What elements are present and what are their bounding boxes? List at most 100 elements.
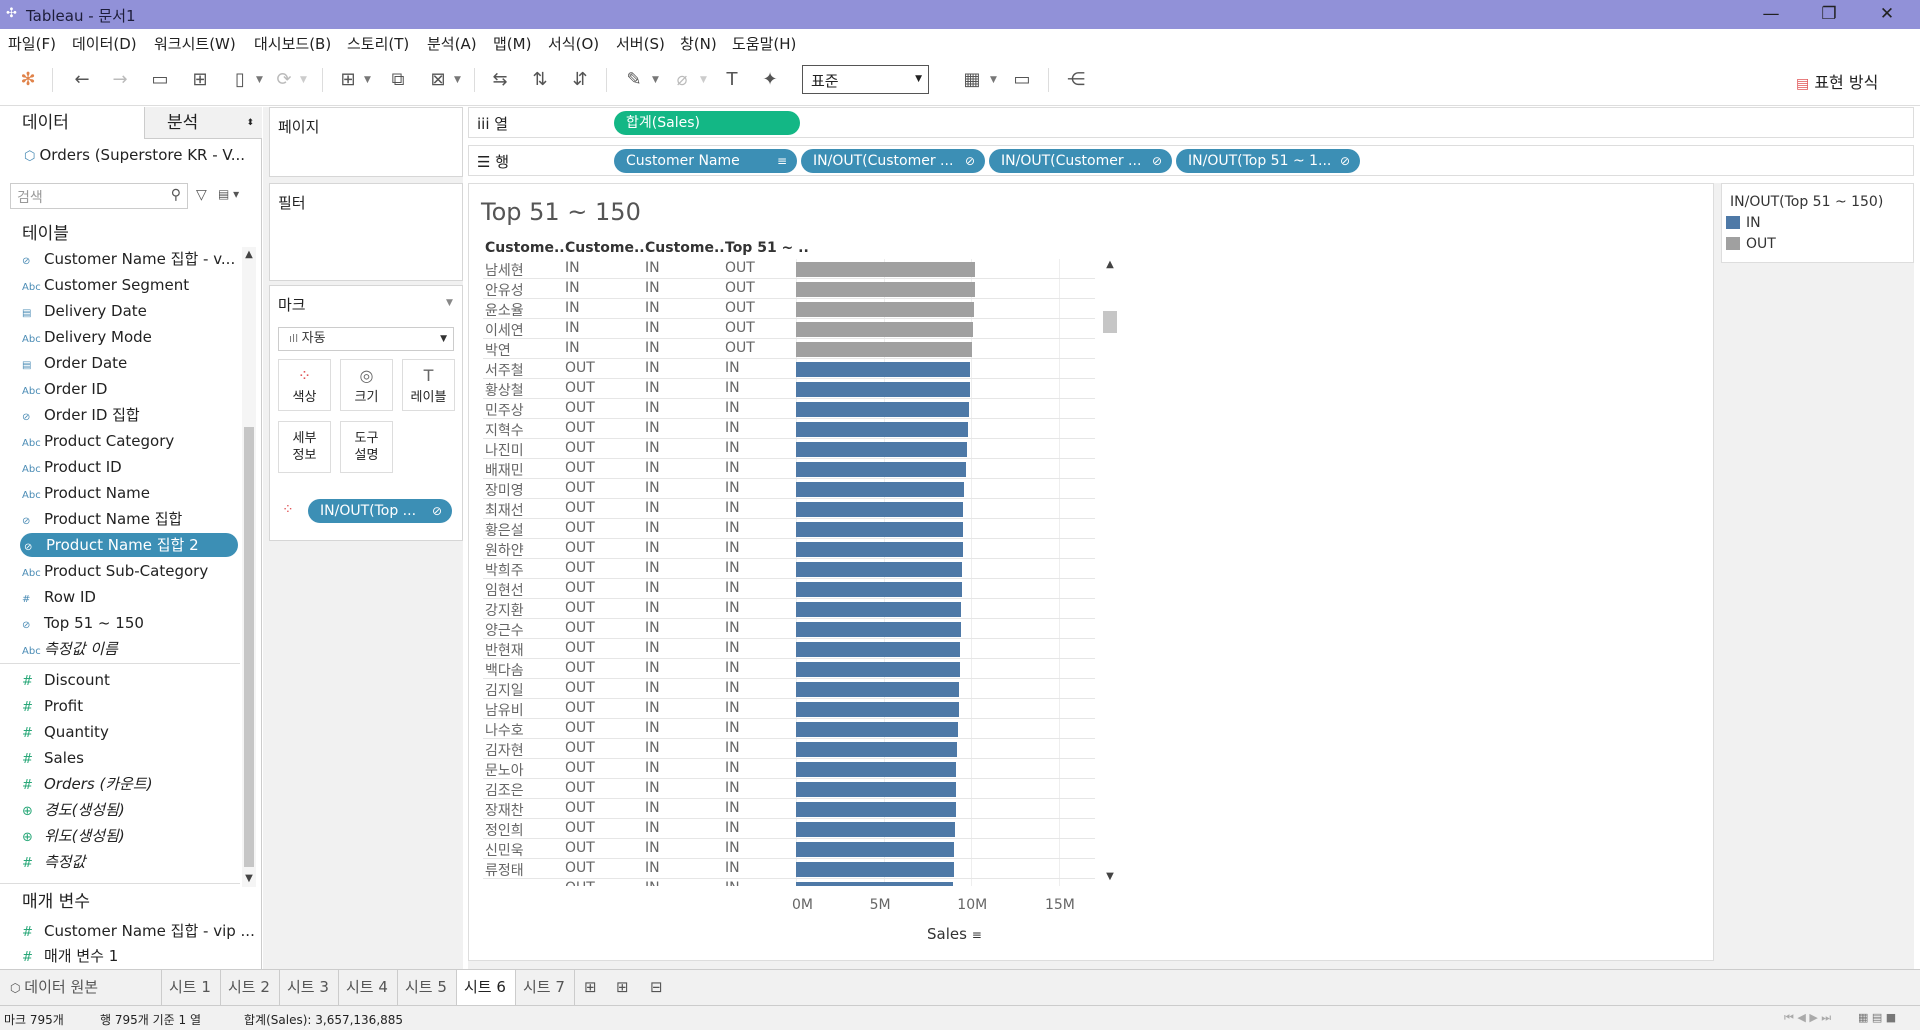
table-row[interactable]: 임현선 OUT IN IN (483, 579, 1095, 599)
sales-bar[interactable] (796, 822, 955, 837)
table-row[interactable]: 서주철 OUT IN IN (483, 359, 1095, 379)
field-list-scrollbar[interactable]: ▲ ▼ (242, 247, 256, 887)
tooltip-mark-button[interactable]: 도구 설명 (340, 421, 393, 473)
filters-card[interactable]: 필터 (269, 183, 463, 281)
sales-bar[interactable] (796, 662, 960, 677)
parameter-item[interactable]: # 매개 변수 1 (22, 944, 262, 968)
table-row[interactable]: 류정태 OUT IN IN (483, 859, 1095, 879)
field-item[interactable]: Abc Product Name (22, 481, 240, 505)
field-item[interactable]: Abc 측정값 이름 (22, 637, 240, 661)
new-story-icon[interactable]: ⊟ (650, 978, 663, 996)
refresh-icon[interactable]: ⟳ (270, 67, 298, 93)
table-row[interactable]: 김지일 OUT IN IN (483, 679, 1095, 699)
sales-bar[interactable] (796, 302, 974, 317)
sales-bar[interactable] (796, 882, 953, 886)
field-item[interactable]: ▤ Order Date (22, 351, 240, 375)
field-item[interactable]: ⊘ Order ID 집합 (22, 403, 240, 427)
field-item[interactable]: # Profit (22, 694, 240, 718)
new-dashboard-icon[interactable]: ⊞ (616, 978, 629, 996)
show-labels-icon[interactable]: T (718, 67, 746, 93)
table-row[interactable]: 황상철 OUT IN IN (483, 379, 1095, 399)
sales-bar[interactable] (796, 502, 964, 517)
table-row[interactable]: 김자현 OUT IN IN (483, 739, 1095, 759)
menu-item[interactable]: 맵(M) (493, 33, 531, 54)
sales-bar[interactable] (796, 722, 959, 737)
scroll-down-icon[interactable]: ▼ (1101, 871, 1119, 882)
sheet-tab[interactable]: 시트 7 (516, 970, 575, 1005)
fit-icon[interactable]: ▦ (958, 67, 986, 93)
menu-item[interactable]: 워크시트(W) (154, 33, 236, 54)
scrollbar-thumb[interactable] (244, 427, 254, 867)
parameter-item[interactable]: # Customer Name 집합 - vip ... (22, 919, 262, 943)
column-header[interactable]: Custome.. (565, 240, 645, 256)
field-item[interactable]: ⊕ 위도(생성됨) (22, 824, 240, 848)
chevron-down-icon[interactable]: ▼ (446, 298, 453, 308)
group-members-icon[interactable]: ⌀ (668, 67, 696, 93)
table-row[interactable]: 나수호 OUT IN IN (483, 719, 1095, 739)
table-row[interactable]: 안유성 IN IN OUT (483, 279, 1095, 299)
sales-bar[interactable] (796, 422, 968, 437)
sales-bar[interactable] (796, 802, 956, 817)
field-item[interactable]: ⊕ 경도(생성됨) (22, 798, 240, 822)
sales-bar[interactable] (796, 322, 974, 337)
field-item[interactable]: ⊘ Product Name 집합 (22, 507, 240, 531)
pin-axes-icon[interactable]: ✦ (756, 67, 784, 93)
save-icon[interactable]: ▭ (146, 67, 174, 93)
restore-button[interactable]: ❐ (1800, 0, 1858, 29)
table-row[interactable]: 양근수 OUT IN IN (483, 619, 1095, 639)
sheet-title[interactable]: Top 51 ~ 150 (481, 198, 641, 226)
clear-sheet-icon[interactable]: ⊠ (424, 67, 452, 93)
menu-item[interactable]: 도움말(H) (732, 33, 796, 54)
fit-dropdown[interactable]: 표준 ▼ (802, 65, 929, 94)
sales-bar[interactable] (796, 582, 962, 597)
sales-bar[interactable] (796, 282, 975, 297)
table-row[interactable]: 박연 IN IN OUT (483, 339, 1095, 359)
table-row[interactable]: 원하얀 OUT IN IN (483, 539, 1095, 559)
sales-bar[interactable] (796, 382, 970, 397)
color-pill[interactable]: IN/OUT(Top ... ⊘ (308, 499, 452, 523)
axis-title[interactable]: Sales ≡ (927, 925, 982, 943)
field-item[interactable]: Abc Customer Segment (22, 273, 240, 297)
sales-bar[interactable] (796, 702, 960, 717)
size-mark-button[interactable]: ◎ 크기 (340, 359, 393, 411)
new-worksheet-icon[interactable]: ⊞ (584, 978, 597, 996)
field-item[interactable]: # Sales (22, 746, 240, 770)
table-row[interactable]: 이세연 IN IN OUT (483, 319, 1095, 339)
table-row[interactable]: 장미영 OUT IN IN (483, 479, 1095, 499)
table-row[interactable]: 반현재 OUT IN IN (483, 639, 1095, 659)
table-row[interactable]: 남세현 IN IN OUT (483, 259, 1095, 279)
scroll-up-icon[interactable]: ▲ (242, 249, 256, 260)
sales-bar[interactable] (796, 682, 960, 697)
sales-bar[interactable] (796, 622, 961, 637)
view-scrollbar[interactable]: ▲ ▼ (1101, 259, 1119, 886)
tab-datasource[interactable]: ⬡ 데이터 원본 (0, 970, 162, 1005)
sales-bar[interactable] (796, 342, 973, 357)
field-item[interactable]: Abc Delivery Mode (22, 325, 240, 349)
redo-icon[interactable]: → (106, 67, 134, 93)
sheet-tab[interactable]: 시트 6 (457, 970, 516, 1005)
row-pill[interactable]: IN/OUT(Customer ... ⊘ (989, 149, 1172, 173)
sheet-tab[interactable]: 시트 3 (280, 970, 339, 1005)
page-nav-icon[interactable]: ⏮ ◀ ▶ ⏭ (1784, 1011, 1831, 1025)
tableau-home-icon[interactable]: ✻ (14, 67, 42, 93)
field-item[interactable]: # Orders (카운트) (22, 772, 240, 796)
menu-item[interactable]: 파일(F) (8, 33, 56, 54)
table-row[interactable]: 문노아 OUT IN IN (483, 759, 1095, 779)
table-row[interactable]: OUT IN IN (483, 879, 1095, 886)
menu-item[interactable]: 서식(O) (548, 33, 599, 54)
view-mode-icon[interactable]: ▦ ▤ ■ (1858, 1011, 1896, 1024)
menu-item[interactable]: 서버(S) (616, 33, 665, 54)
new-datasource-icon[interactable]: ⊞ (186, 67, 214, 93)
table-row[interactable]: 장재찬 OUT IN IN (483, 799, 1095, 819)
tab-data[interactable]: 데이터 (0, 107, 144, 139)
field-item[interactable]: # Row ID (22, 585, 240, 609)
sales-bar[interactable] (796, 402, 969, 417)
field-item[interactable]: Abc Product Sub-Category (22, 559, 240, 583)
table-row[interactable]: 나진미 OUT IN IN (483, 439, 1095, 459)
sales-bar[interactable] (796, 602, 961, 617)
detail-mark-button[interactable]: 세부 정보 (278, 421, 331, 473)
menu-item[interactable]: 창(N) (680, 33, 717, 54)
row-pill[interactable]: IN/OUT(Top 51 ~ 1... ⊘ (1176, 149, 1360, 173)
table-row[interactable]: 김조은 OUT IN IN (483, 779, 1095, 799)
pause-updates-icon[interactable]: ▯ (226, 67, 254, 93)
